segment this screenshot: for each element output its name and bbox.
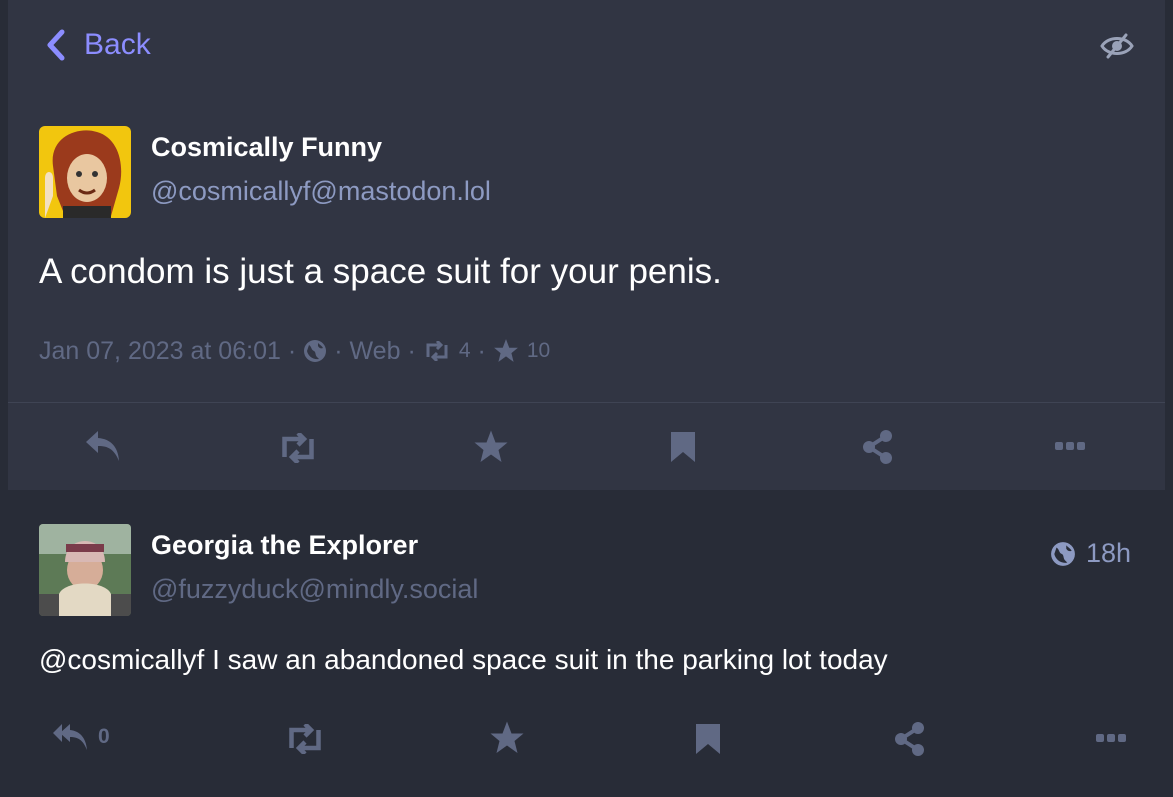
account-handle[interactable]: @cosmicallyf@mastodon.lol bbox=[151, 176, 491, 207]
bookmark-icon bbox=[671, 432, 695, 462]
reply-button[interactable] bbox=[84, 429, 122, 463]
app-frame: Back Cosmically Funny @cosmicallyf@masto… bbox=[8, 0, 1165, 797]
avatar[interactable] bbox=[39, 126, 131, 218]
boost-icon bbox=[282, 433, 314, 463]
account-handle[interactable]: @fuzzyduck@mindly.social bbox=[151, 574, 478, 605]
boost-button[interactable] bbox=[284, 724, 326, 754]
favourite-button[interactable] bbox=[473, 429, 509, 465]
more-icon bbox=[1096, 734, 1126, 742]
favourites-count[interactable]: 10 bbox=[527, 339, 550, 363]
star-icon bbox=[474, 430, 508, 462]
bookmark-icon bbox=[696, 724, 720, 754]
globe-icon bbox=[1051, 541, 1075, 566]
boost-icon bbox=[289, 724, 321, 754]
separator-dot: · bbox=[287, 336, 297, 365]
back-button[interactable]: Back bbox=[46, 24, 151, 66]
bookmark-button[interactable] bbox=[694, 722, 722, 756]
reply-all-icon bbox=[53, 724, 87, 750]
star-icon bbox=[490, 721, 524, 753]
separator-dot: · bbox=[477, 336, 486, 365]
reply-all-button[interactable]: 0 bbox=[52, 722, 110, 752]
top-bar: Back bbox=[8, 0, 1165, 90]
status-content: A condom is just a space suit for your p… bbox=[39, 252, 722, 291]
more-icon bbox=[1055, 442, 1085, 450]
boost-button[interactable] bbox=[277, 433, 319, 463]
star-icon bbox=[493, 339, 518, 362]
share-icon bbox=[895, 722, 924, 756]
chevron-left-icon bbox=[47, 29, 65, 61]
reply-status[interactable]: Georgia the Explorer @fuzzyduck@mindly.s… bbox=[8, 490, 1165, 797]
display-name[interactable]: Georgia the Explorer bbox=[151, 530, 418, 561]
action-bar bbox=[8, 402, 1165, 491]
boost-icon bbox=[426, 341, 448, 361]
separator-dot: · bbox=[407, 336, 416, 365]
more-button[interactable] bbox=[1055, 441, 1085, 451]
reply-icon bbox=[86, 431, 119, 461]
separator-dot: · bbox=[334, 336, 343, 365]
favourite-button[interactable] bbox=[489, 720, 525, 756]
status-date[interactable]: Jan 07, 2023 at 06:01 bbox=[39, 337, 281, 366]
status-application[interactable]: Web bbox=[350, 337, 401, 366]
eye-slash-icon[interactable] bbox=[1100, 33, 1134, 59]
back-label: Back bbox=[84, 28, 151, 61]
status-meta: Jan 07, 2023 at 06:01 · · Web · 4 · 10 bbox=[39, 332, 550, 370]
replies-count: 0 bbox=[98, 725, 110, 748]
share-icon bbox=[863, 430, 892, 464]
boosts-count[interactable]: 4 bbox=[459, 339, 471, 363]
share-button[interactable] bbox=[860, 429, 894, 465]
reply-content: @cosmicallyf I saw an abandoned space su… bbox=[39, 644, 888, 675]
globe-icon bbox=[304, 340, 327, 362]
bookmark-button[interactable] bbox=[669, 430, 697, 464]
share-button[interactable] bbox=[892, 721, 926, 757]
more-button[interactable] bbox=[1096, 733, 1126, 743]
reply-time[interactable]: 18h bbox=[1050, 538, 1131, 569]
avatar[interactable] bbox=[39, 524, 131, 616]
relative-time: 18h bbox=[1086, 538, 1132, 568]
display-name[interactable]: Cosmically Funny bbox=[151, 132, 382, 163]
